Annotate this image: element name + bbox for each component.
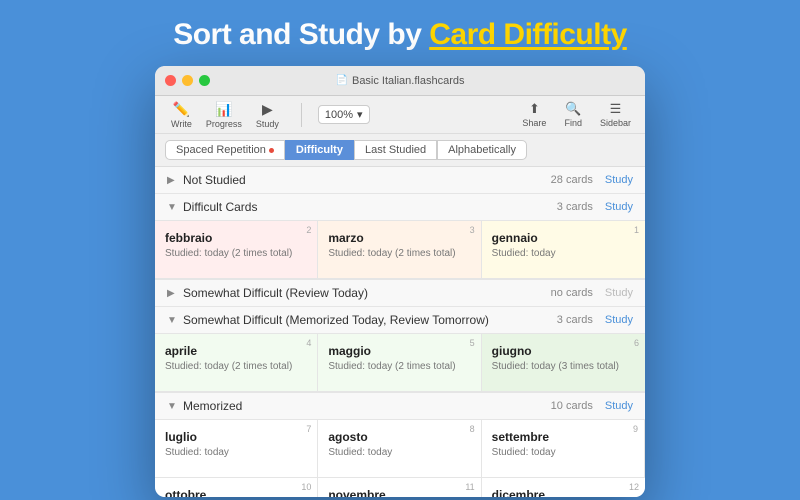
card-item[interactable]: 10 ottobre Studied: today bbox=[155, 478, 318, 497]
zoom-control[interactable]: 100% ▾ bbox=[318, 105, 370, 124]
chevron-right-icon: ▶ bbox=[167, 175, 177, 186]
sidebar-button[interactable]: ☰ Sidebar bbox=[596, 99, 635, 130]
memorized-study-button[interactable]: Study bbox=[605, 400, 633, 412]
tab-difficulty[interactable]: Difficulty bbox=[285, 140, 354, 160]
hero-title: Sort and Study by Card Difficulty bbox=[173, 18, 627, 52]
somewhat-difficult-memorized-study-button[interactable]: Study bbox=[605, 314, 633, 326]
card-item[interactable]: 12 dicembre Studied: today bbox=[482, 478, 645, 497]
toolbar: ✏️ Write 📊 Progress ▶ Study 100% ▾ ⬆ Sha… bbox=[155, 96, 645, 134]
card-item[interactable]: 5 maggio Studied: today (2 times total) bbox=[318, 334, 481, 392]
chevron-down-icon: ▼ bbox=[167, 202, 177, 213]
difficult-cards-study-button[interactable]: Study bbox=[605, 201, 633, 213]
content-area: ▶ Not Studied 28 cards Study ▼ Difficult… bbox=[155, 167, 645, 497]
maximize-button[interactable] bbox=[199, 75, 210, 86]
card-item[interactable]: 4 aprile Studied: today (2 times total) bbox=[155, 334, 318, 392]
card-item[interactable]: 9 settembre Studied: today bbox=[482, 420, 645, 478]
not-studied-study-button[interactable]: Study bbox=[605, 174, 633, 186]
chevron-down-icon: ▼ bbox=[167, 401, 177, 412]
study-button[interactable]: ▶ Study bbox=[250, 99, 285, 131]
card-item[interactable]: 1 gennaio Studied: today bbox=[482, 221, 645, 279]
card-item[interactable]: 7 luglio Studied: today bbox=[155, 420, 318, 478]
app-window: 📄 Basic Italian.flashcards ✏️ Write 📊 Pr… bbox=[155, 66, 645, 497]
write-button[interactable]: ✏️ Write bbox=[165, 99, 198, 131]
share-button[interactable]: ⬆ Share bbox=[518, 99, 550, 130]
chevron-down-icon: ▼ bbox=[167, 315, 177, 326]
difficult-cards-grid: 2 febbraio Studied: today (2 times total… bbox=[155, 221, 645, 280]
sort-tabs-bar: Spaced Repetition Difficulty Last Studie… bbox=[155, 134, 645, 167]
sidebar-icon: ☰ bbox=[610, 101, 622, 117]
card-item[interactable]: 8 agosto Studied: today bbox=[318, 420, 481, 478]
close-button[interactable] bbox=[165, 75, 176, 86]
tab-alphabetically[interactable]: Alphabetically bbox=[437, 140, 527, 160]
section-difficult-cards[interactable]: ▼ Difficult Cards 3 cards Study bbox=[155, 194, 645, 221]
somewhat-difficult-review-study-button[interactable]: Study bbox=[605, 287, 633, 299]
titlebar: 📄 Basic Italian.flashcards bbox=[155, 66, 645, 96]
memorized-cards-grid: 7 luglio Studied: today 8 agosto Studied… bbox=[155, 420, 645, 497]
card-item[interactable]: 3 marzo Studied: today (2 times total) bbox=[318, 221, 481, 279]
toolbar-right: ⬆ Share 🔍 Find ☰ Sidebar bbox=[518, 99, 635, 130]
progress-button[interactable]: 📊 Progress bbox=[200, 99, 248, 131]
card-item[interactable]: 2 febbraio Studied: today (2 times total… bbox=[155, 221, 318, 279]
tab-spaced-repetition[interactable]: Spaced Repetition bbox=[165, 140, 285, 160]
card-item[interactable]: 11 novembre Studied: today bbox=[318, 478, 481, 497]
hero-title-prefix: Sort and Study by bbox=[173, 18, 429, 51]
section-somewhat-difficult-memorized[interactable]: ▼ Somewhat Difficult (Memorized Today, R… bbox=[155, 307, 645, 334]
toolbar-left-group: ✏️ Write 📊 Progress ▶ Study bbox=[165, 99, 285, 131]
chevron-right-icon: ▶ bbox=[167, 288, 177, 299]
tab-last-studied[interactable]: Last Studied bbox=[354, 140, 437, 160]
play-icon: ▶ bbox=[262, 101, 273, 118]
chevron-down-icon: ▾ bbox=[357, 108, 363, 121]
file-icon: 📄 bbox=[336, 75, 348, 86]
write-icon: ✏️ bbox=[173, 101, 190, 118]
find-icon: 🔍 bbox=[565, 101, 581, 117]
traffic-lights bbox=[165, 75, 210, 86]
section-not-studied[interactable]: ▶ Not Studied 28 cards Study bbox=[155, 167, 645, 194]
card-item[interactable]: 6 giugno Studied: today (3 times total) bbox=[482, 334, 645, 392]
section-memorized[interactable]: ▼ Memorized 10 cards Study bbox=[155, 393, 645, 420]
window-title: 📄 Basic Italian.flashcards bbox=[336, 75, 465, 87]
minimize-button[interactable] bbox=[182, 75, 193, 86]
section-somewhat-difficult-review[interactable]: ▶ Somewhat Difficult (Review Today) no c… bbox=[155, 280, 645, 307]
hero-title-highlight: Card Difficulty bbox=[429, 18, 627, 51]
find-button[interactable]: 🔍 Find bbox=[560, 99, 586, 130]
toolbar-divider-1 bbox=[301, 103, 302, 127]
somewhat-difficult-memorized-grid: 4 aprile Studied: today (2 times total) … bbox=[155, 334, 645, 393]
share-icon: ⬆ bbox=[529, 101, 540, 117]
progress-icon: 📊 bbox=[215, 101, 232, 118]
